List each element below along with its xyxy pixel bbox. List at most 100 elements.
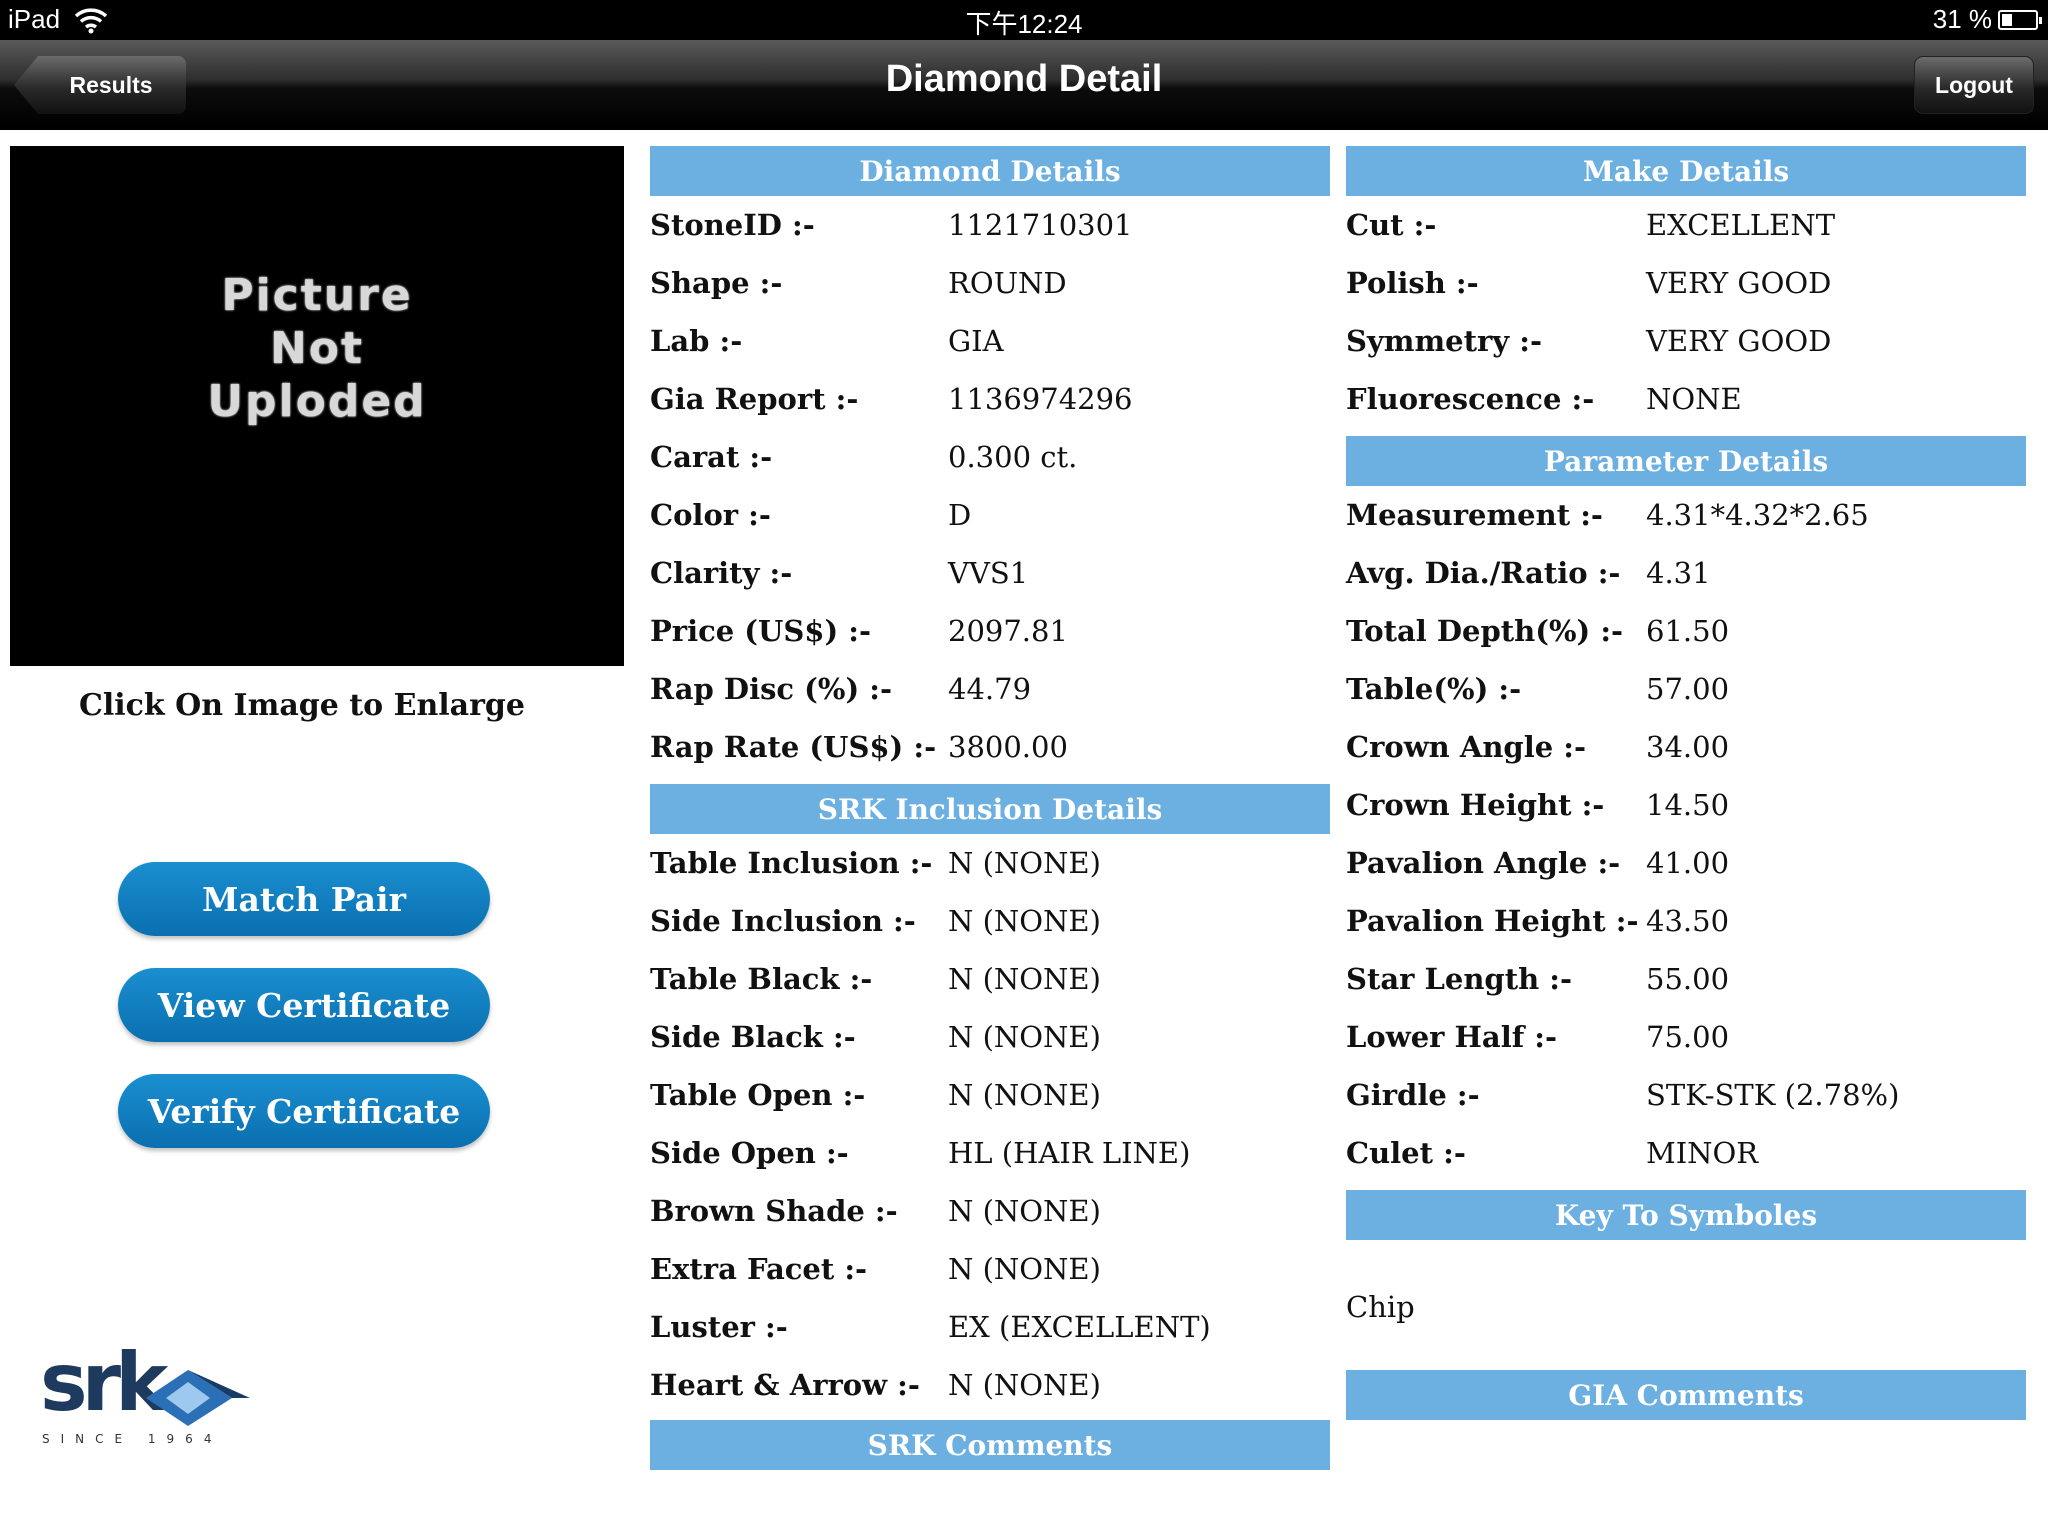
detail-value: N (NONE) <box>948 904 1101 938</box>
diamond-details-header: Diamond Details <box>650 146 1330 196</box>
detail-value: 2097.81 <box>948 614 1068 648</box>
detail-row: Lower Half :- 75.00 <box>1346 1020 2026 1064</box>
detail-label: Avg. Dia./Ratio :- <box>1346 556 1621 590</box>
detail-value: 1136974296 <box>948 382 1133 416</box>
photo-placeholder-line: Uploded <box>207 375 427 427</box>
detail-label: Lower Half :- <box>1346 1020 1558 1054</box>
detail-label: Clarity :- <box>650 556 793 590</box>
detail-row: Crown Angle :- 34.00 <box>1346 730 2026 774</box>
detail-value: ROUND <box>948 266 1067 300</box>
detail-row: Avg. Dia./Ratio :- 4.31 <box>1346 556 2026 600</box>
detail-label: Table Inclusion :- <box>650 846 933 880</box>
detail-label: StoneID :- <box>650 208 815 242</box>
detail-row: Rap Disc (%) :- 44.79 <box>650 672 1330 716</box>
detail-row: Side Open :- HL (HAIR LINE) <box>650 1136 1330 1180</box>
battery-icon <box>1998 9 2042 30</box>
detail-row: Table Open :- N (NONE) <box>650 1078 1330 1122</box>
detail-value: 34.00 <box>1646 730 1730 764</box>
detail-label: Culet :- <box>1346 1136 1466 1170</box>
detail-label: Crown Angle :- <box>1346 730 1587 764</box>
detail-row: Cut :- EXCELLENT <box>1346 208 2026 252</box>
srk-comments-header: SRK Comments <box>650 1420 1330 1470</box>
detail-value: D <box>948 498 972 532</box>
detail-value: 14.50 <box>1646 788 1730 822</box>
detail-value: 0.300 ct. <box>948 440 1078 474</box>
detail-row: Clarity :- VVS1 <box>650 556 1330 600</box>
detail-row: Pavalion Height :- 43.50 <box>1346 904 2026 948</box>
key-to-symbols-header: Key To Symboles <box>1346 1190 2026 1240</box>
detail-value: STK-STK (2.78%) <box>1646 1078 1900 1112</box>
detail-label: Pavalion Height :- <box>1346 904 1639 938</box>
detail-label: Star Length :- <box>1346 962 1573 996</box>
logout-button[interactable]: Logout <box>1914 56 2034 114</box>
detail-value: N (NONE) <box>948 962 1101 996</box>
photo-placeholder-text: Picture Not Uploded <box>207 269 426 428</box>
verify-certificate-button[interactable]: Verify Certificate <box>118 1074 490 1148</box>
detail-row: Rap Rate (US$) :- 3800.00 <box>650 730 1330 774</box>
detail-label: Polish :- <box>1346 266 1479 300</box>
detail-value: N (NONE) <box>948 1252 1101 1286</box>
logo-since: SINCE 1964 <box>42 1432 223 1446</box>
clock: 下午12:24 <box>965 9 1083 39</box>
detail-label: Side Black :- <box>650 1020 856 1054</box>
diamond-logo-icon <box>146 1370 250 1426</box>
detail-row: Star Length :- 55.00 <box>1346 962 2026 1006</box>
detail-row: Price (US$) :- 2097.81 <box>650 614 1330 658</box>
detail-label: Extra Facet :- <box>650 1252 868 1286</box>
detail-value: 43.50 <box>1646 904 1730 938</box>
detail-row: Total Depth(%) :- 61.50 <box>1346 614 2026 658</box>
page-title: Diamond Detail <box>885 58 1163 100</box>
diamond-photo[interactable]: Picture Not Uploded <box>10 146 624 666</box>
detail-label: Symmetry :- <box>1346 324 1542 358</box>
detail-row: Girdle :- STK-STK (2.78%) <box>1346 1078 2026 1122</box>
detail-label: Brown Shade :- <box>650 1194 898 1228</box>
detail-label: Side Open :- <box>650 1136 849 1170</box>
srk-logo: srk SINCE 1964 <box>40 1336 250 1452</box>
detail-label: Rap Rate (US$) :- <box>650 730 937 764</box>
detail-label: Color :- <box>650 498 771 532</box>
detail-row: Symmetry :- VERY GOOD <box>1346 324 2026 368</box>
detail-label: Table Black :- <box>650 962 873 996</box>
detail-value: 1121710301 <box>948 208 1133 242</box>
detail-row: Shape :- ROUND <box>650 266 1330 310</box>
detail-value: 41.00 <box>1646 846 1730 880</box>
battery-fill <box>2002 13 2012 26</box>
view-certificate-button[interactable]: View Certificate <box>118 968 490 1042</box>
detail-value: 55.00 <box>1646 962 1730 996</box>
detail-value: EX (EXCELLENT) <box>948 1310 1211 1344</box>
detail-value: 57.00 <box>1646 672 1730 706</box>
detail-row: Lab :- GIA <box>650 324 1330 368</box>
detail-value: HL (HAIR LINE) <box>948 1136 1191 1170</box>
detail-value: 44.79 <box>948 672 1032 706</box>
detail-label: Rap Disc (%) :- <box>650 672 893 706</box>
detail-label: Price (US$) :- <box>650 614 871 648</box>
detail-label: Heart & Arrow :- <box>650 1368 920 1402</box>
detail-row: Table Black :- N (NONE) <box>650 962 1330 1006</box>
detail-label: Total Depth(%) :- <box>1346 614 1624 648</box>
match-pair-button[interactable]: Match Pair <box>118 862 490 936</box>
detail-label: Side Inclusion :- <box>650 904 916 938</box>
detail-label: Measurement :- <box>1346 498 1603 532</box>
detail-value: N (NONE) <box>948 1194 1101 1228</box>
detail-label: Table Open :- <box>650 1078 866 1112</box>
detail-row: Side Black :- N (NONE) <box>650 1020 1330 1064</box>
parameter-details-header: Parameter Details <box>1346 436 2026 486</box>
status-bar: iPad 下午12:24 31 % <box>0 0 2048 40</box>
detail-value: N (NONE) <box>948 1078 1101 1112</box>
detail-row: Pavalion Angle :- 41.00 <box>1346 846 2026 890</box>
detail-value: N (NONE) <box>948 1020 1101 1054</box>
detail-label: Cut :- <box>1346 208 1437 242</box>
detail-value: VERY GOOD <box>1646 324 1832 358</box>
detail-value: 3800.00 <box>948 730 1068 764</box>
detail-value: 4.31*4.32*2.65 <box>1646 498 1869 532</box>
enlarge-hint: Click On Image to Enlarge <box>79 688 525 723</box>
detail-label: Shape :- <box>650 266 783 300</box>
detail-row: Culet :- MINOR <box>1346 1136 2026 1180</box>
detail-row: Extra Facet :- N (NONE) <box>650 1252 1330 1296</box>
detail-row: Brown Shade :- N (NONE) <box>650 1194 1330 1238</box>
detail-row: Measurement :- 4.31*4.32*2.65 <box>1346 498 2026 542</box>
detail-row: Side Inclusion :- N (NONE) <box>650 904 1330 948</box>
detail-value: VERY GOOD <box>1646 266 1832 300</box>
detail-value: NONE <box>1646 382 1742 416</box>
gia-comments-header: GIA Comments <box>1346 1370 2026 1420</box>
